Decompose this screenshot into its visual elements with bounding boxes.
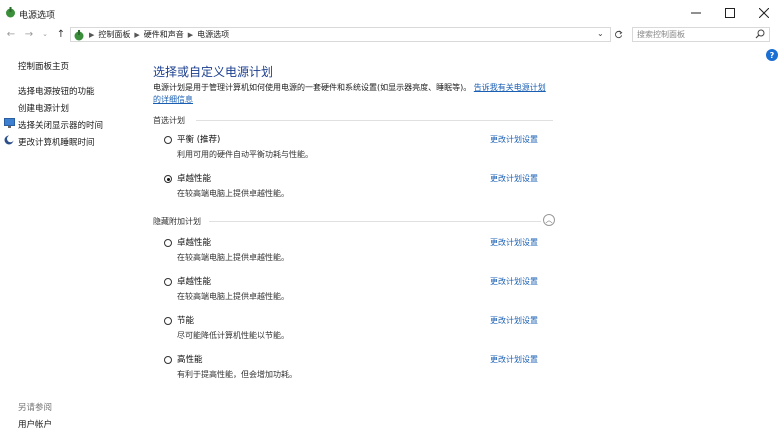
forward-button[interactable]: → — [22, 27, 36, 41]
plan-desc-high-performance: 有利于提高性能，但会增加功耗。 — [177, 370, 297, 379]
recent-dropdown[interactable]: ⌄ — [38, 27, 52, 41]
plan-name-high-performance: 高性能 — [177, 355, 203, 365]
search-placeholder: 搜索控制面板 — [637, 30, 685, 39]
monitor-icon — [4, 118, 15, 131]
search-icon[interactable] — [755, 29, 765, 42]
window-title: 电源选项 — [19, 11, 56, 21]
plan-radio-hidden-1[interactable] — [164, 239, 172, 247]
plan-name-balanced: 平衡 (推荐) — [177, 135, 221, 145]
section-divider — [196, 120, 553, 121]
address-dropdown-icon[interactable]: ⌄ — [597, 29, 604, 38]
plan-desc-hidden-1: 在较高端电脑上提供卓越性能。 — [177, 253, 289, 262]
control-panel-icon — [74, 29, 84, 40]
chevron-up-icon: ︿ — [545, 216, 553, 224]
address-bar[interactable]: ▶ 控制面板 ▶ 硬件和声音 ▶ 电源选项 — [70, 27, 611, 42]
breadcrumb-separator: ▶ — [134, 30, 140, 39]
sidebar-item-sleep[interactable]: 更改计算机睡眠时间 — [18, 136, 95, 148]
change-plan-settings-link[interactable]: 更改计划设置 — [490, 354, 538, 365]
refresh-button[interactable] — [611, 28, 625, 41]
breadcrumb-hardware-sound[interactable]: 硬件和声音 — [144, 29, 184, 40]
help-button[interactable]: ? — [766, 49, 778, 61]
breadcrumb-power-options[interactable]: 电源选项 — [197, 29, 229, 40]
plan-radio-high-performance[interactable] — [164, 356, 172, 364]
page-description: 电源计划是用于管理计算机如何使用电源的一套硬件和系统设置(如显示器亮度、睡眠等)… — [153, 82, 553, 106]
power-options-icon — [5, 7, 16, 18]
plan-desc-ultimate: 在较高端电脑上提供卓越性能。 — [177, 189, 289, 198]
plan-name-ultimate: 卓越性能 — [177, 174, 212, 184]
change-plan-settings-link[interactable]: 更改计划设置 — [490, 173, 538, 184]
sidebar-item-power-buttons[interactable]: 选择电源按钮的功能 — [18, 85, 95, 97]
back-button[interactable]: ← — [4, 27, 18, 41]
change-plan-settings-link[interactable]: 更改计划设置 — [490, 134, 538, 145]
plan-radio-ultimate[interactable] — [164, 175, 172, 183]
hidden-plans-label: 隐藏附加计划 — [153, 217, 201, 226]
close-button[interactable] — [747, 0, 781, 26]
plan-desc-hidden-2: 在较高端电脑上提供卓越性能。 — [177, 292, 289, 301]
search-input[interactable]: 搜索控制面板 — [632, 27, 770, 42]
sidebar-home-link[interactable]: 控制面板主页 — [18, 60, 69, 72]
close-icon — [759, 8, 769, 18]
plan-desc-power-saver: 尽可能降低计算机性能以节能。 — [177, 331, 289, 340]
breadcrumb-separator: ▶ — [89, 30, 95, 39]
plan-name-power-saver: 节能 — [177, 316, 195, 326]
chevron-down-icon: ⌄ — [42, 30, 48, 38]
up-button[interactable]: ↑ — [54, 27, 68, 41]
change-plan-settings-link[interactable]: 更改计划设置 — [490, 237, 538, 248]
plan-desc-balanced: 利用可用的硬件自动平衡功耗与性能。 — [177, 150, 313, 159]
plan-radio-hidden-2[interactable] — [164, 278, 172, 286]
collapse-hidden-plans-button[interactable]: ︿ — [543, 214, 555, 226]
arrow-up-icon: ↑ — [56, 28, 66, 40]
breadcrumb-control-panel[interactable]: 控制面板 — [98, 29, 130, 40]
refresh-icon — [614, 30, 622, 39]
plan-name-hidden-1: 卓越性能 — [177, 238, 212, 248]
preferred-plans-label: 首选计划 — [153, 116, 185, 125]
help-icon: ? — [769, 50, 775, 60]
see-also-label: 另请参阅 — [18, 403, 53, 413]
change-plan-settings-link[interactable]: 更改计划设置 — [490, 276, 538, 287]
plan-radio-power-saver[interactable] — [164, 317, 172, 325]
description-text: 电源计划是用于管理计算机如何使用电源的一套硬件和系统设置(如显示器亮度、睡眠等)… — [153, 83, 472, 92]
maximize-icon — [725, 8, 735, 18]
arrow-right-icon: → — [24, 28, 34, 40]
sidebar-item-display-off[interactable]: 选择关闭显示器的时间 — [18, 119, 103, 131]
section-divider — [209, 221, 541, 222]
minimize-button[interactable] — [679, 0, 713, 26]
title-bar — [0, 0, 781, 26]
breadcrumb-separator: ▶ — [187, 30, 194, 39]
plan-name-hidden-2: 卓越性能 — [177, 277, 212, 287]
sleep-moon-icon — [4, 135, 14, 148]
page-title: 选择或自定义电源计划 — [153, 65, 274, 79]
minimize-icon — [691, 12, 701, 14]
change-plan-settings-link[interactable]: 更改计划设置 — [490, 315, 538, 326]
user-accounts-link[interactable]: 用户帐户 — [18, 418, 52, 430]
maximize-button[interactable] — [713, 0, 747, 26]
arrow-left-icon: ← — [6, 28, 16, 40]
plan-radio-balanced[interactable] — [164, 136, 172, 144]
sidebar-item-create-plan[interactable]: 创建电源计划 — [18, 102, 69, 114]
